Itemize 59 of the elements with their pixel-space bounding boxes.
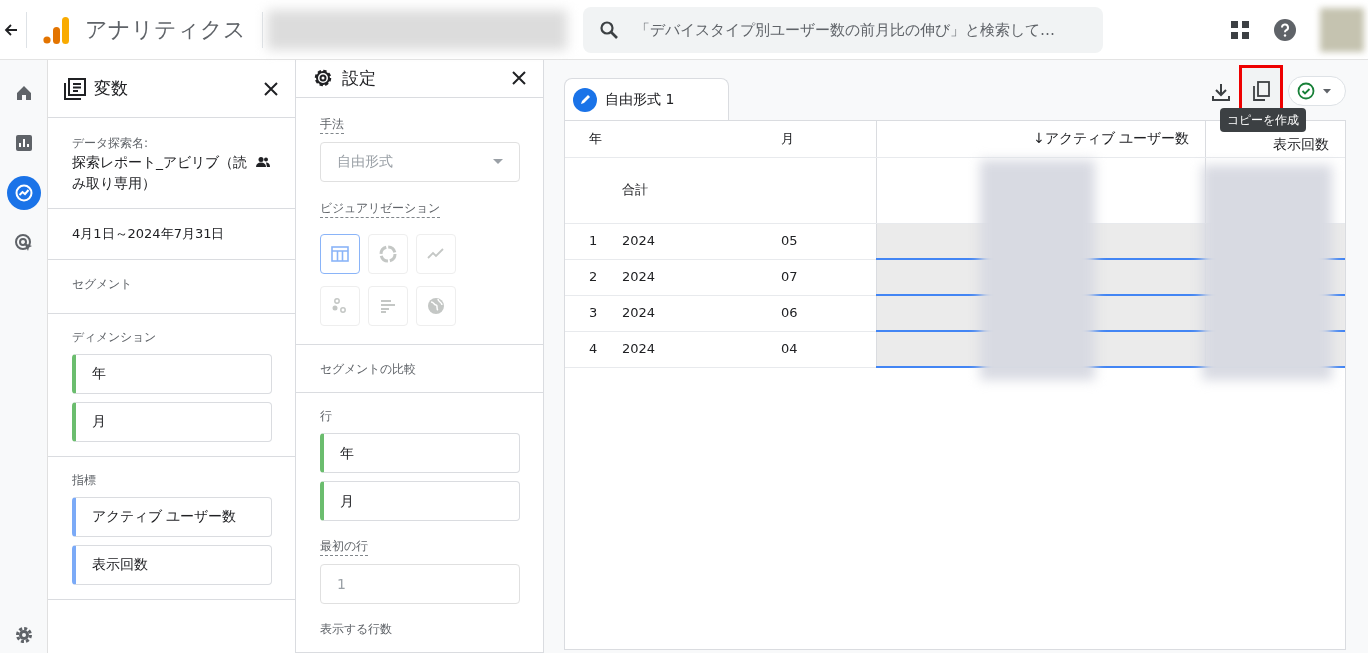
field-label: 表示する行数 <box>320 621 393 638</box>
row-number: 3 <box>565 295 621 331</box>
dimension-chip[interactable]: 月 <box>72 401 272 442</box>
row-chip[interactable]: 月 <box>320 481 520 521</box>
settings-icon[interactable] <box>13 625 34 645</box>
column-header[interactable]: ↓アクティブ ユーザー数 <box>876 121 1206 157</box>
table-cell: 2024 <box>621 295 781 331</box>
table-cell: 2024 <box>621 259 781 295</box>
apps-icon[interactable] <box>1230 19 1250 40</box>
table-icon <box>330 243 350 264</box>
row-number: 2 <box>565 259 621 295</box>
metric-chip[interactable]: 表示回数 <box>72 544 272 585</box>
field-label: 最初の行 <box>320 537 368 556</box>
download-icon <box>1212 82 1230 101</box>
date-range[interactable]: 4月1日～2024年7月31日 <box>72 226 225 241</box>
check-circle-icon <box>1297 82 1315 100</box>
tooltip: コピーを作成 <box>1220 108 1306 132</box>
column-header: 年 <box>565 121 781 157</box>
table-cell: 2024 <box>621 331 781 367</box>
section-label: 行 <box>320 408 333 425</box>
help-icon[interactable] <box>1274 18 1296 41</box>
section-label: セグメントの比較 <box>320 361 416 376</box>
globe-icon <box>426 295 446 316</box>
list-icon <box>64 77 86 100</box>
tab[interactable]: 自由形式 1 <box>564 78 729 120</box>
panel-title: 変数 <box>94 76 128 100</box>
row-chip[interactable]: 年 <box>320 433 520 473</box>
bar-chart-icon <box>13 133 34 153</box>
close-icon[interactable] <box>263 80 279 97</box>
nav-button[interactable] <box>6 176 41 210</box>
field-label: ビジュアリゼーション <box>320 198 440 218</box>
logo-icon <box>43 14 69 45</box>
search-field[interactable]: 「デバイスタイプ別ユーザー数の前月比の伸び」と検索して… <box>583 6 1103 53</box>
back-arrow-icon[interactable] <box>4 22 18 37</box>
row-number: 1 <box>565 223 621 259</box>
panel-title: 設定 <box>342 66 376 90</box>
pencil-icon <box>573 87 597 112</box>
close-icon[interactable] <box>511 70 527 87</box>
status-dropdown[interactable] <box>1288 76 1346 106</box>
caret-icon <box>1323 88 1331 94</box>
target-cursor-icon <box>13 233 34 253</box>
caret-icon <box>493 158 503 165</box>
field-label: データ探索名: <box>72 135 150 152</box>
shared-users-icon <box>256 156 270 168</box>
section-label: ディメンション <box>72 328 157 346</box>
total-label: 合計 <box>621 157 781 223</box>
copy-icon <box>1252 81 1270 102</box>
dimension-chip[interactable]: 年 <box>72 353 272 394</box>
app-title: アナリティクス <box>85 16 246 44</box>
column-header: 月 <box>780 121 877 157</box>
table-cell: 2024 <box>621 223 781 259</box>
donut-chart-icon <box>378 243 398 264</box>
exploration-name: 探索レポート_アビリブ（読み取り専用） <box>72 153 248 193</box>
section-label: 指標 <box>72 471 97 489</box>
explore-icon <box>13 183 34 203</box>
metric-chip[interactable]: アクティブ ユーザー数 <box>72 496 272 537</box>
field-label: 手法 <box>320 114 344 134</box>
row-number: 4 <box>565 331 621 367</box>
section-label: セグメント <box>72 276 132 291</box>
